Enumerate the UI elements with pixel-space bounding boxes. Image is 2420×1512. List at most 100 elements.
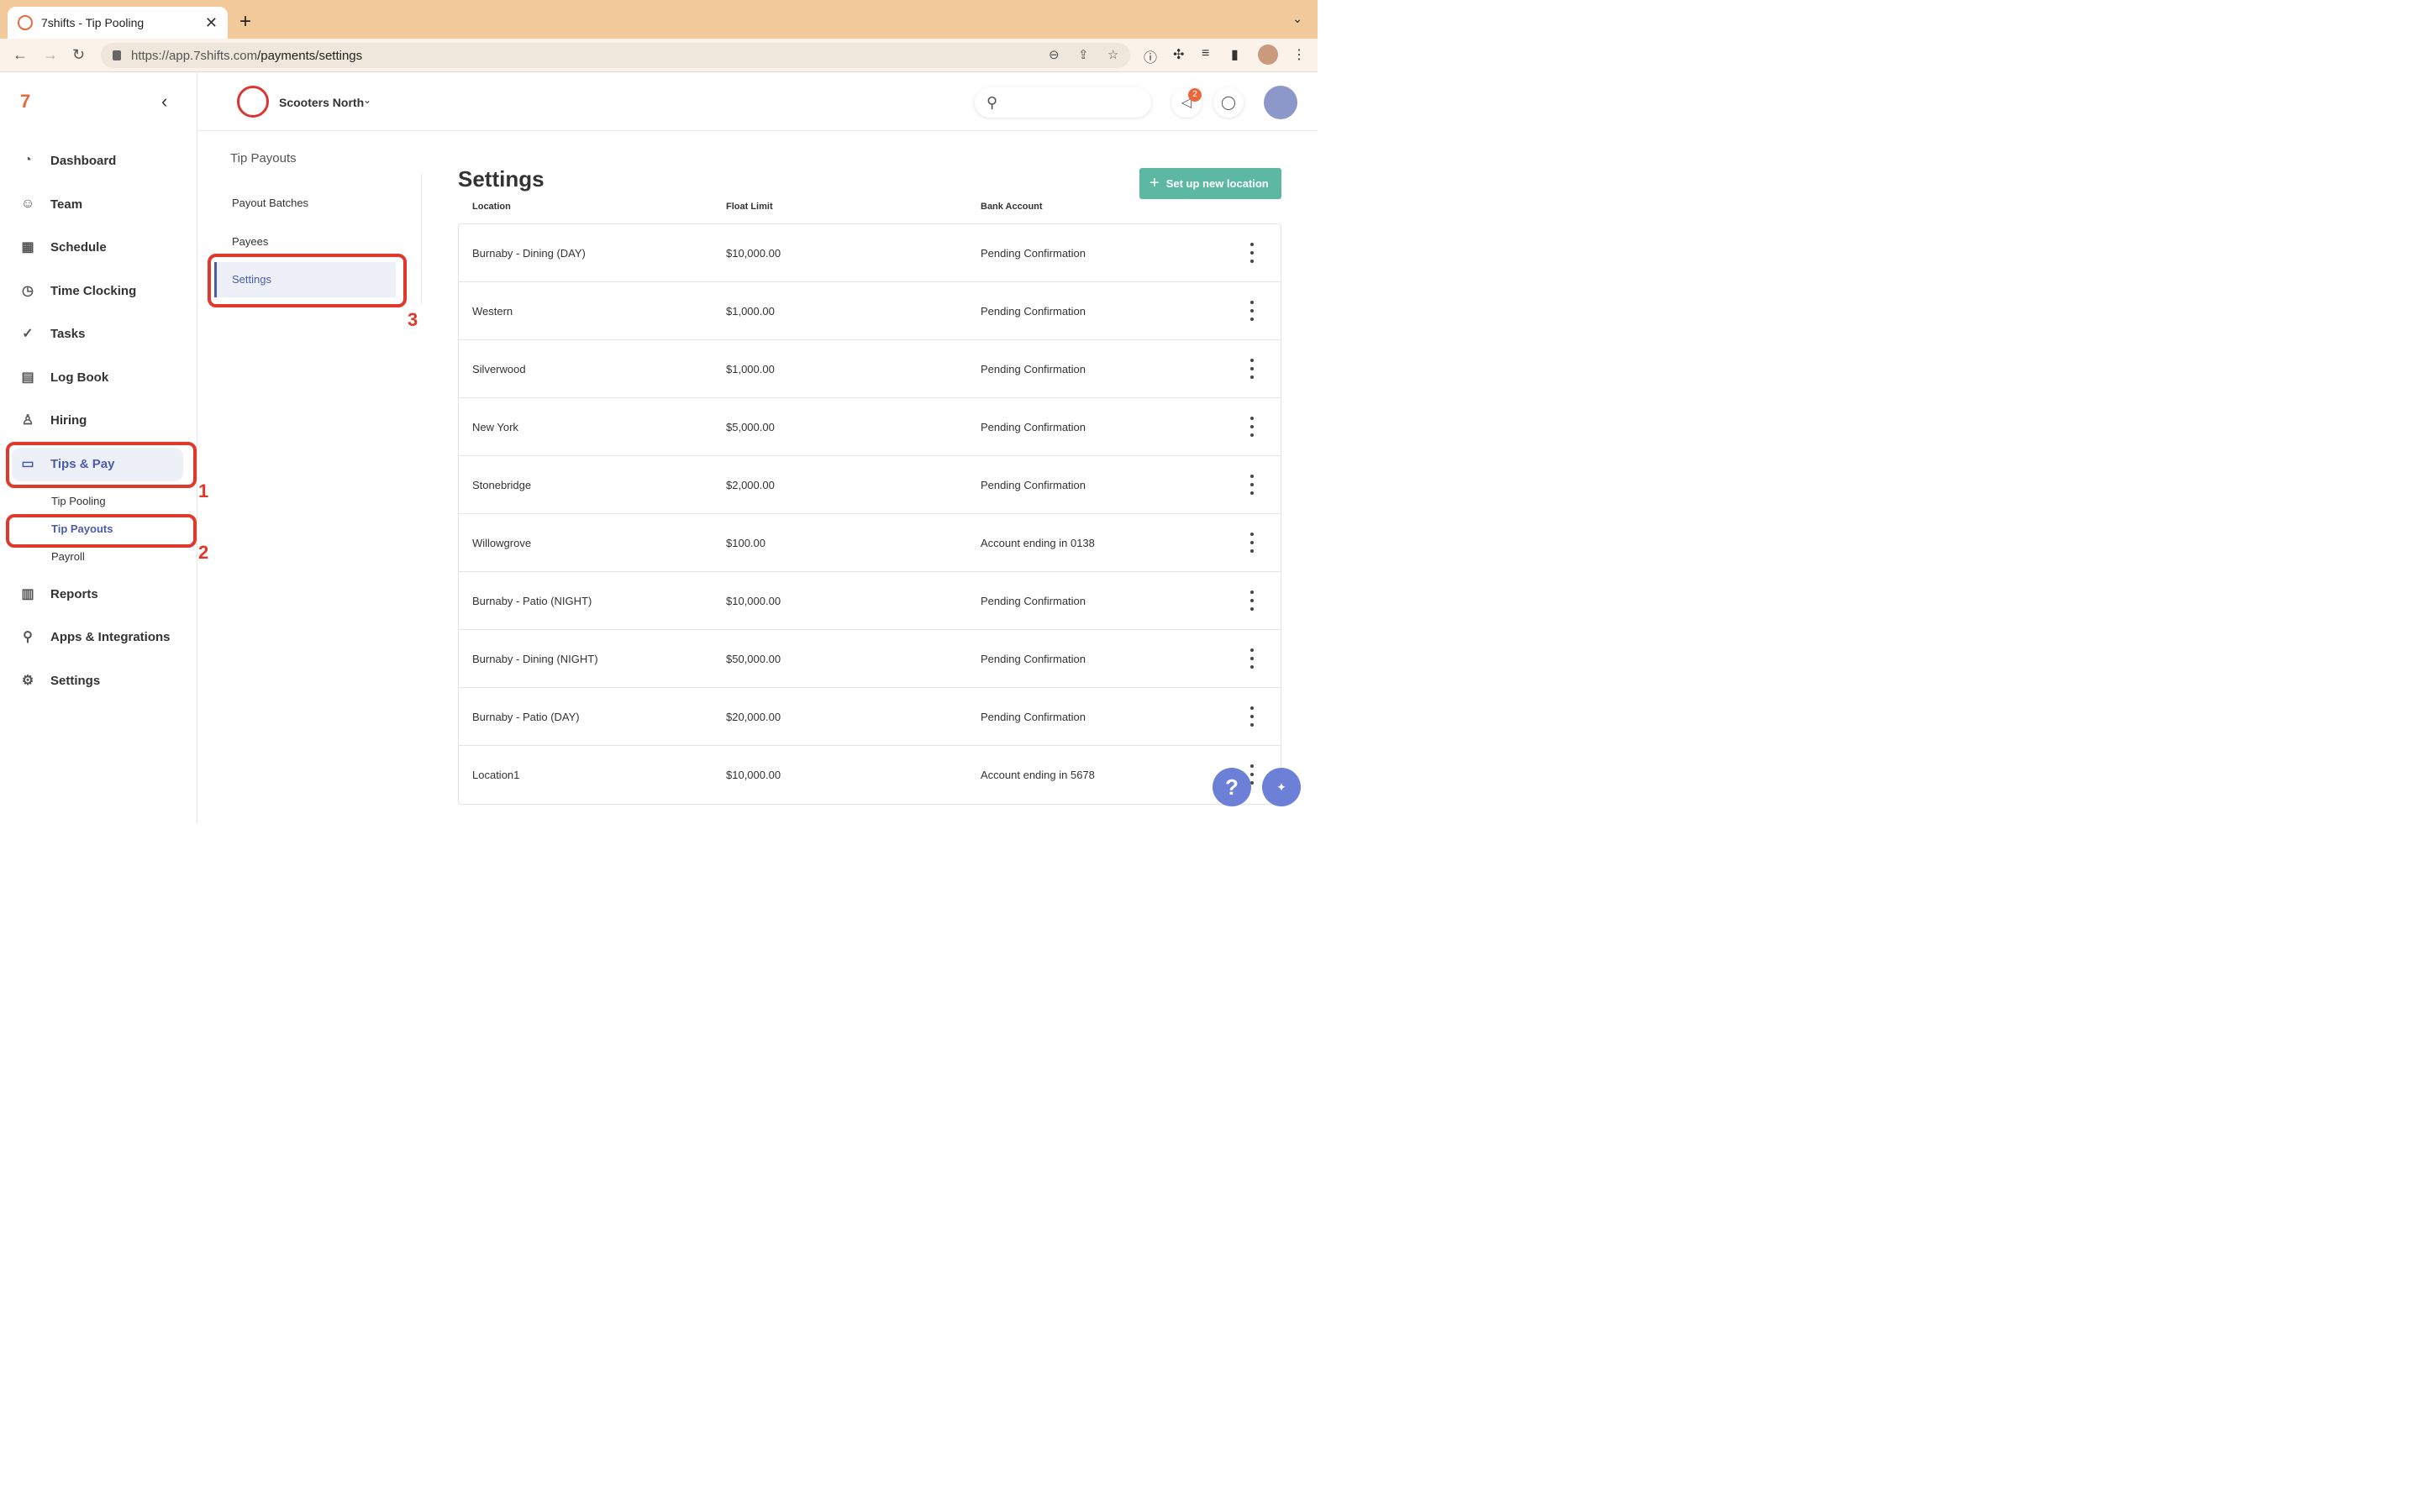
browser-tab-bar: 7shifts - Tip Pooling ✕ + ⌄ <box>0 0 1318 39</box>
close-tab-icon[interactable]: ✕ <box>205 14 218 32</box>
user-avatar[interactable] <box>1264 86 1297 119</box>
location-selector[interactable]: Scooters North <box>279 96 364 109</box>
time-clocking-icon: ◷ <box>22 284 34 298</box>
sidebar-item-hiring[interactable]: ♙ Hiring <box>18 403 87 437</box>
7shifts-favicon-icon <box>18 15 33 30</box>
row-bank-account: Pending Confirmation <box>981 421 1086 433</box>
row-float-limit: $1,000.00 <box>726 363 775 375</box>
annotation-box-1 <box>6 442 197 488</box>
row-location: Burnaby - Dining (NIGHT) <box>472 653 598 665</box>
browser-tab[interactable]: 7shifts - Tip Pooling ✕ <box>8 7 228 39</box>
sidebar-item-dashboard[interactable]: ◔ Dashboard <box>18 144 116 177</box>
subpanel-divider <box>421 173 422 304</box>
column-header-float-limit: Float Limit <box>726 202 773 212</box>
annotation-box-2 <box>6 514 197 548</box>
annotation-box-3 <box>208 254 407 307</box>
browser-toolbar: ← → ↻ https://app.7shifts.com/payments/s… <box>0 39 1318 72</box>
subnav-tip-pooling[interactable]: Tip Pooling <box>51 495 106 507</box>
row-more-options-icon[interactable] <box>1247 243 1257 263</box>
sidebar-item-reports[interactable]: ▥ Reports <box>18 577 97 611</box>
row-more-options-icon[interactable] <box>1247 417 1257 437</box>
sparkle-icon: ✦ <box>1276 780 1286 794</box>
row-location: Location1 <box>472 769 520 781</box>
row-more-options-icon[interactable] <box>1247 591 1257 611</box>
new-tab-button[interactable]: + <box>239 10 251 34</box>
row-more-options-icon[interactable] <box>1247 533 1257 553</box>
row-bank-account: Account ending in 5678 <box>981 769 1095 781</box>
lock-icon <box>113 50 121 60</box>
reports-icon: ▥ <box>21 587 34 601</box>
row-more-options-icon[interactable] <box>1247 301 1257 321</box>
messages-button[interactable]: ◯ <box>1213 87 1244 118</box>
row-location: Burnaby - Dining (DAY) <box>472 247 586 260</box>
sidebar-item-apps-integrations[interactable]: ⚲ Apps & Integrations <box>18 620 170 654</box>
browser-profile-avatar[interactable] <box>1258 45 1278 65</box>
search-input[interactable]: ⚲ <box>975 87 1151 118</box>
annotation-number-3: 3 <box>408 309 418 330</box>
share-icon[interactable]: ⇪ <box>1078 47 1089 62</box>
extensions-icon[interactable]: ✣ <box>1173 46 1184 63</box>
sidebar-item-settings[interactable]: ⚙ Settings <box>18 664 100 697</box>
reload-icon[interactable]: ↻ <box>72 46 85 64</box>
row-more-options-icon[interactable] <box>1247 359 1257 379</box>
row-float-limit: $10,000.00 <box>726 595 781 607</box>
apps-integrations-icon: ⚲ <box>23 630 33 644</box>
dashboard-icon: ◔ <box>24 153 32 167</box>
row-location: Western <box>472 305 513 318</box>
chevron-down-icon[interactable]: ⌄ <box>363 94 371 106</box>
tab-title: 7shifts - Tip Pooling <box>41 16 145 29</box>
tab-search-chevron-icon[interactable]: ⌄ <box>1292 12 1302 26</box>
page-title: Settings <box>458 166 544 192</box>
search-icon: ⚲ <box>986 94 998 111</box>
collapse-sidebar-icon[interactable]: ‹ <box>161 91 167 113</box>
table-row: New York $5,000.00 Pending Confirmation <box>459 398 1281 456</box>
log-book-icon: ▤ <box>21 370 34 385</box>
row-float-limit: $5,000.00 <box>726 421 775 433</box>
7shifts-logo-icon[interactable]: 7 <box>20 91 40 114</box>
back-icon[interactable]: ← <box>13 46 28 64</box>
forward-icon[interactable]: → <box>43 46 58 64</box>
row-location: Burnaby - Patio (DAY) <box>472 711 580 723</box>
row-location: Willowgrove <box>472 537 532 549</box>
subnav-payroll[interactable]: Payroll <box>51 550 85 563</box>
locations-table: Burnaby - Dining (DAY) $10,000.00 Pendin… <box>458 223 1281 805</box>
row-bank-account: Pending Confirmation <box>981 653 1086 665</box>
top-bar: Scooters North ⌄ ⚲ ◁ 2 ◯ <box>198 72 1318 131</box>
row-more-options-icon[interactable] <box>1247 648 1257 669</box>
sidebar-item-tasks[interactable]: ✓ Tasks <box>18 317 85 350</box>
plus-icon: + <box>1150 174 1160 192</box>
row-float-limit: $1,000.00 <box>726 305 775 318</box>
table-row: Stonebridge $2,000.00 Pending Confirmati… <box>459 456 1281 514</box>
help-button[interactable]: ? <box>1213 768 1251 806</box>
row-float-limit: $2,000.00 <box>726 479 775 491</box>
tasks-icon: ✓ <box>22 327 34 341</box>
row-more-options-icon[interactable] <box>1247 706 1257 727</box>
row-location: Stonebridge <box>472 479 532 491</box>
table-row: Burnaby - Patio (DAY) $20,000.00 Pending… <box>459 688 1281 746</box>
subpanel-item-payout-batches[interactable]: Payout Batches <box>232 197 308 209</box>
set-up-new-location-button[interactable]: + Set up new location <box>1139 168 1281 199</box>
address-bar[interactable]: https://app.7shifts.com/payments/setting… <box>101 43 1130 68</box>
row-location: New York <box>472 421 518 433</box>
sidebar-item-log-book[interactable]: ▤ Log Book <box>18 360 108 394</box>
browser-menu-icon[interactable]: ⋮ <box>1292 46 1306 63</box>
sidebar-item-team[interactable]: ☺ Team <box>18 187 82 221</box>
annotation-number-1: 1 <box>198 480 209 501</box>
chat-icon: ◯ <box>1221 96 1236 110</box>
zoom-icon[interactable]: ⊖ <box>1049 47 1060 62</box>
password-manager-icon[interactable]: ⓘ <box>1144 46 1157 66</box>
sidebar-item-schedule[interactable]: ▦ Schedule <box>18 230 106 264</box>
url-text: https://app.7shifts.com/payments/setting… <box>131 48 363 63</box>
assistant-widget-button[interactable]: ✦ <box>1262 768 1301 806</box>
row-bank-account: Pending Confirmation <box>981 363 1086 375</box>
media-icon[interactable]: ≡ <box>1202 46 1209 61</box>
row-location: Burnaby - Patio (NIGHT) <box>472 595 592 607</box>
bookmark-star-icon[interactable]: ☆ <box>1107 47 1118 62</box>
subpanel-item-payees[interactable]: Payees <box>232 235 268 248</box>
sidebar-item-time-clocking[interactable]: ◷ Time Clocking <box>18 274 136 307</box>
side-panel-icon[interactable]: ▮ <box>1231 46 1239 63</box>
table-row: Burnaby - Dining (DAY) $10,000.00 Pendin… <box>459 224 1281 282</box>
row-more-options-icon[interactable] <box>1247 475 1257 495</box>
table-row: Silverwood $1,000.00 Pending Confirmatio… <box>459 340 1281 398</box>
row-bank-account: Pending Confirmation <box>981 247 1086 260</box>
